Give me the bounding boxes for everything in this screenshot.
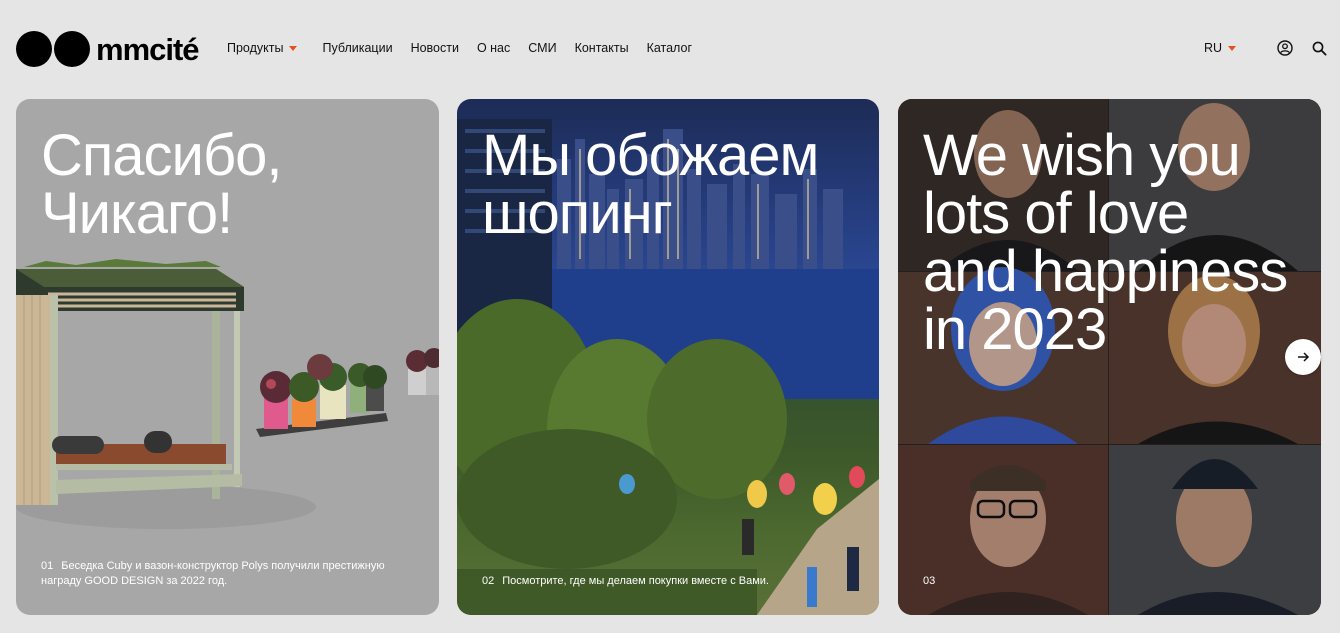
logo-dot-right — [54, 31, 90, 67]
nav-item-news[interactable]: Новости — [411, 41, 459, 55]
nav-item-publications[interactable]: Публикации — [322, 41, 392, 55]
slide-caption: 02 Посмотрите, где мы делаем покупки вмес… — [482, 574, 849, 589]
arrow-right-icon — [1298, 352, 1310, 362]
slide-caption-text: Посмотрите, где мы делаем покупки вместе… — [502, 575, 769, 587]
slide-card-2[interactable]: Мы обожаем шопинг 02 Посмотрите, где мы д… — [457, 99, 879, 615]
nav-item-about[interactable]: О нас — [477, 41, 510, 55]
slide-caption-text: Беседка Cuby и вазон-конструктор Polys п… — [41, 560, 385, 587]
slide-caption: 03 — [923, 574, 1291, 589]
caret-down-icon — [289, 45, 298, 51]
nav-item-label: О нас — [476, 41, 511, 55]
main-nav: Продукты Публикации Новости О нас СМИ Ко… — [227, 41, 710, 55]
slide-title: Спасибо, Чикаго! — [41, 123, 283, 246]
slide-card-3[interactable]: We wish you lots of love and happiness i… — [898, 99, 1321, 615]
slide-number: 02 — [482, 575, 495, 587]
nav-item-media[interactable]: СМИ — [528, 41, 556, 55]
slide-title: We wish you lots of love and happiness i… — [923, 123, 1288, 362]
slide-title-line: шопинг — [482, 181, 673, 246]
slide-title-line: Чикаго! — [41, 181, 233, 246]
slide-title: Мы обожаем шопинг — [482, 123, 819, 246]
slide-title-line: lots of love — [923, 181, 1189, 246]
search-icon[interactable] — [1310, 39, 1328, 57]
nav-item-label: Контакты — [574, 41, 629, 55]
caret-down-icon — [1228, 45, 1236, 51]
user-icon[interactable] — [1276, 39, 1294, 57]
slide-title-line: in 2023 — [923, 297, 1107, 362]
language-selector[interactable]: RU — [1204, 41, 1236, 55]
slide-title-line: Спасибо, — [41, 123, 283, 188]
nav-item-label: Продукты — [227, 41, 284, 55]
nav-item-label: Публикации — [322, 41, 393, 55]
header-tools: RU — [1204, 39, 1328, 57]
slide-number: 01 — [41, 560, 54, 572]
slide-title-line: We wish you — [923, 123, 1241, 188]
language-label: RU — [1203, 41, 1222, 55]
nav-item-label: Новости — [410, 41, 459, 55]
logo-text: mmcité — [96, 31, 200, 67]
nav-item-catalog[interactable]: Каталог — [647, 41, 692, 55]
nav-item-products[interactable]: Продукты — [227, 41, 298, 55]
logo-dot-left — [16, 31, 52, 67]
nav-item-label: Каталог — [646, 41, 693, 55]
slide-card-1[interactable]: Спасибо, Чикаго! 01 Беседка Cuby и вазон-… — [16, 99, 439, 615]
slide-number: 03 — [923, 575, 936, 587]
slide-title-line: Мы обожаем — [482, 123, 819, 188]
nav-item-contacts[interactable]: Контакты — [575, 41, 629, 55]
slide-title-line: and happiness — [923, 239, 1288, 304]
slide-caption: 01 Беседка Cuby и вазон-конструктор Polys… — [41, 559, 409, 589]
logo[interactable]: mmcité — [16, 30, 200, 68]
site-header: mmcité Продукты Публикации Новости О нас… — [0, 0, 1340, 97]
nav-item-label: СМИ — [528, 41, 557, 55]
carousel-next-button[interactable] — [1285, 339, 1321, 375]
